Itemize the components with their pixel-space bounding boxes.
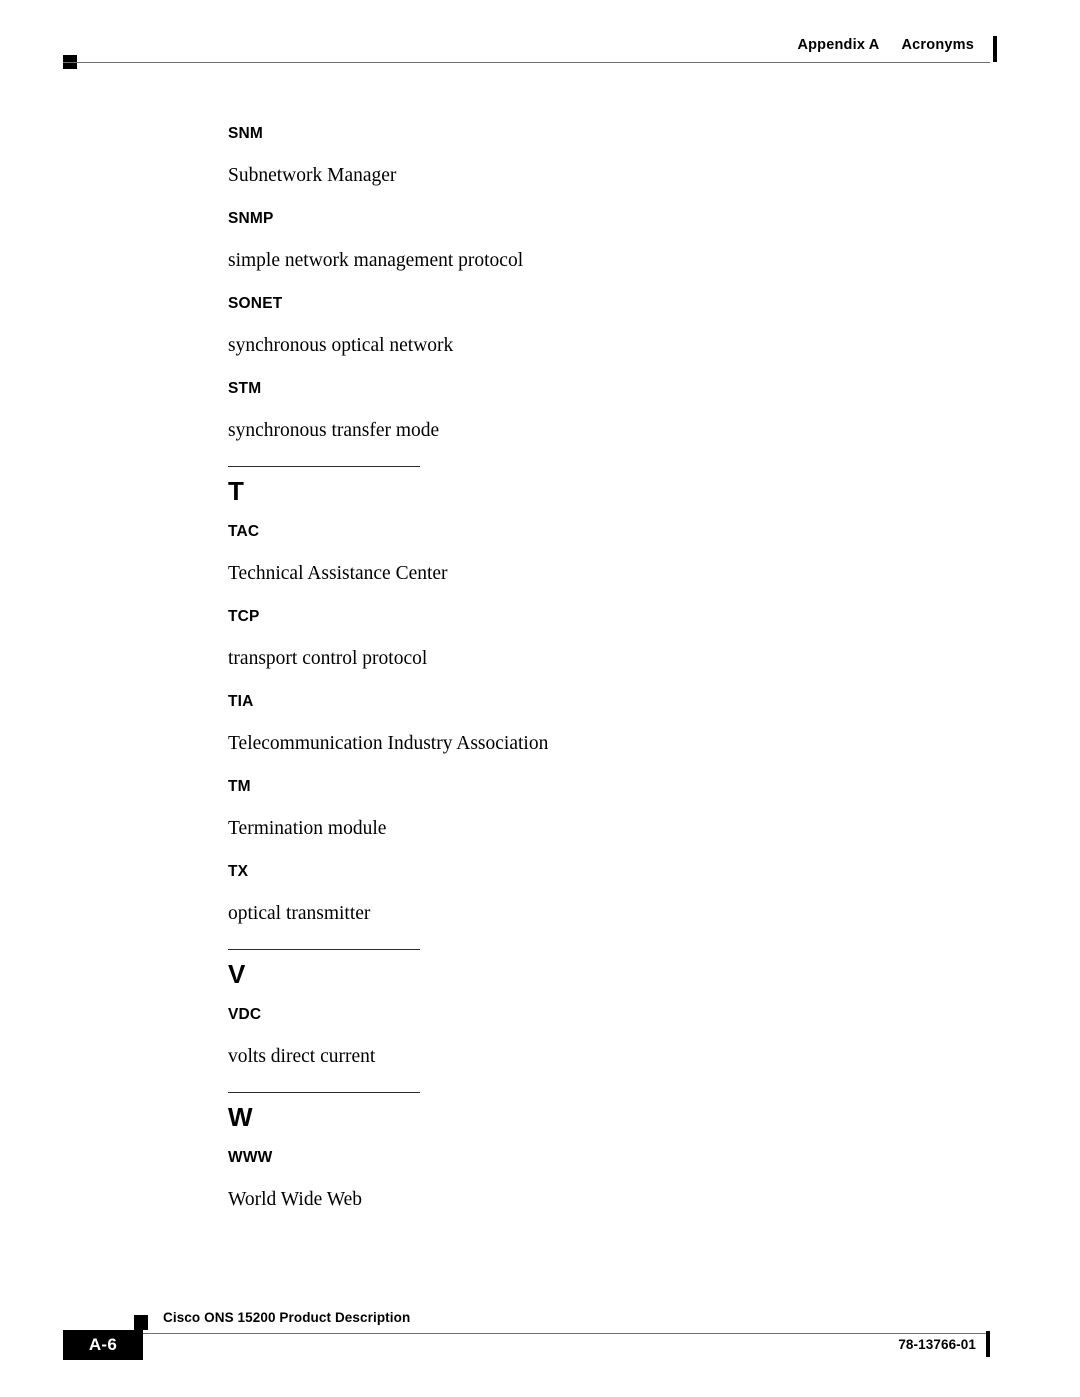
acronym-entry: TM Termination module (228, 779, 988, 843)
section-letter: W (228, 1102, 253, 1132)
page-header: Appendix A Acronyms (0, 0, 1080, 90)
section-letter: T (228, 476, 244, 506)
acronym-entry: SNMP simple network management protocol (228, 211, 988, 275)
section-letter: V (228, 959, 246, 989)
header-appendix-label: Appendix A (797, 37, 880, 53)
acronym-entry: SNM Subnetwork Manager (228, 126, 988, 190)
acronym-definition: volts direct current (228, 1046, 376, 1067)
header-change-bar-icon (993, 36, 997, 62)
acronym-definition: transport control protocol (228, 648, 428, 669)
acronym-definition: optical transmitter (228, 903, 371, 924)
acronym-entry: TIA Telecommunication Industry Associatio… (228, 694, 988, 758)
acronym-entry: WWW World Wide Web (228, 1150, 988, 1214)
acronym-definition: World Wide Web (228, 1189, 362, 1210)
footer-document-title: Cisco ONS 15200 Product Description (163, 1310, 411, 1325)
section-divider-rule (228, 949, 420, 950)
acronym-entry: SONET synchronous optical network (228, 296, 988, 360)
acronym-term: TX (228, 863, 249, 880)
acronym-entry: TAC Technical Assistance Center (228, 524, 988, 588)
acronym-definition: Telecommunication Industry Association (228, 733, 549, 754)
acronym-term: TM (228, 778, 251, 795)
acronym-definition: Subnetwork Manager (228, 165, 397, 186)
section-heading-w: W (228, 1092, 988, 1130)
section-heading-t: T (228, 466, 988, 504)
acronym-entry: TCP transport control protocol (228, 609, 988, 673)
acronym-definition: Technical Assistance Center (228, 563, 448, 584)
page-footer: A-6 Cisco ONS 15200 Product Description … (0, 1297, 1080, 1397)
section-heading-v: V (228, 949, 988, 987)
acronym-definition: Termination module (228, 818, 387, 839)
acronym-entry: STM synchronous transfer mode (228, 381, 988, 445)
header-appendix-title: Acronyms (901, 37, 974, 53)
footer-bullet-square-icon (134, 1315, 148, 1330)
footer-document-number: 78-13766-01 (898, 1337, 976, 1352)
acronym-term: SNMP (228, 210, 274, 227)
acronym-entry: TX optical transmitter (228, 864, 988, 928)
header-breadcrumb: Appendix A Acronyms (797, 37, 974, 53)
acronym-term: SONET (228, 295, 283, 312)
footer-page-number: A-6 (88, 1335, 118, 1354)
acronym-term: VDC (228, 1006, 262, 1023)
section-divider-rule (228, 466, 420, 467)
acronym-definition: synchronous transfer mode (228, 420, 440, 441)
acronym-entry: VDC volts direct current (228, 1007, 988, 1071)
acronym-term: TAC (228, 523, 260, 540)
acronym-term: SNM (228, 125, 264, 142)
acronym-definition: simple network management protocol (228, 250, 524, 271)
acronym-definition: synchronous optical network (228, 335, 454, 356)
section-divider-rule (228, 1092, 420, 1093)
header-divider-rule (63, 62, 990, 63)
acronym-list: SNM Subnetwork Manager SNMP simple network … (228, 126, 988, 1235)
acronym-term: TCP (228, 608, 260, 625)
footer-divider-rule (90, 1333, 990, 1334)
acronym-term: WWW (228, 1149, 273, 1166)
acronym-term: STM (228, 380, 262, 397)
acronym-term: TIA (228, 693, 254, 710)
footer-change-bar-icon (986, 1331, 990, 1357)
